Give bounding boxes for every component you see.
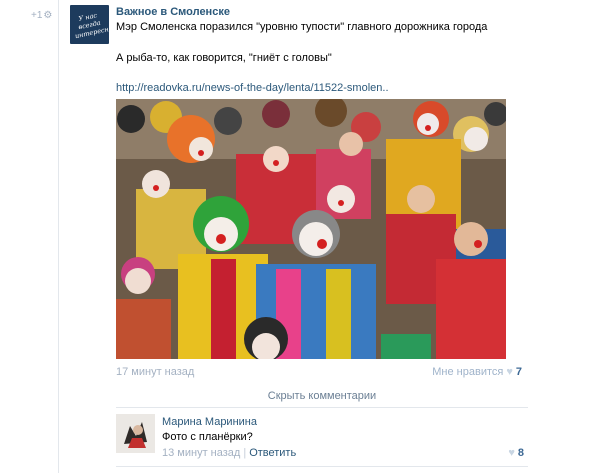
post-photo[interactable] [116,99,506,359]
like-label: Мне нравится [432,366,504,378]
heart-icon: ♥ [506,366,513,378]
comment-time[interactable]: 13 минут назад [162,447,240,459]
repost-count: +1 [31,10,43,21]
heart-icon: ♥ [508,447,515,459]
like-count: 7 [515,366,522,378]
comment-divider [116,466,528,467]
post-link[interactable]: http://readovka.ru/news-of-the-day/lenta… [116,82,389,94]
group-avatar[interactable]: У нас всегда интересно! [70,5,109,44]
avatar-image [116,414,155,453]
group-name-link[interactable]: Важное в Смоленске [116,6,230,18]
comment-author-link[interactable]: Марина Маринина [162,416,257,428]
commenter-avatar[interactable] [116,414,155,453]
meta-separator: | [243,447,247,459]
group-logo-text: У нас всегда интересно! [74,11,109,41]
comment-like-button[interactable]: ♥ 8 [508,447,524,459]
post-text-line-1: Мэр Смоленска поразился "уровню тупости"… [116,21,488,33]
post-text-line-2: А рыба-то, как говорится, "гниёт с голов… [116,52,332,64]
post-time[interactable]: 17 минут назад [116,366,194,378]
comment-like-count: 8 [517,447,524,459]
hide-comments-button[interactable]: Скрыть комментарии [116,384,528,408]
reply-button[interactable]: Ответить [249,447,296,459]
share-mark-icon: ⚙ [43,10,53,21]
comment-text: Фото с планёрки? [162,431,253,443]
clown-photo [116,99,506,359]
comment-meta: 13 минут назад | Ответить [162,447,296,459]
repost-counter[interactable]: +1⚙ [31,10,52,21]
post-like-button[interactable]: Мне нравится ♥ 7 [432,366,522,378]
